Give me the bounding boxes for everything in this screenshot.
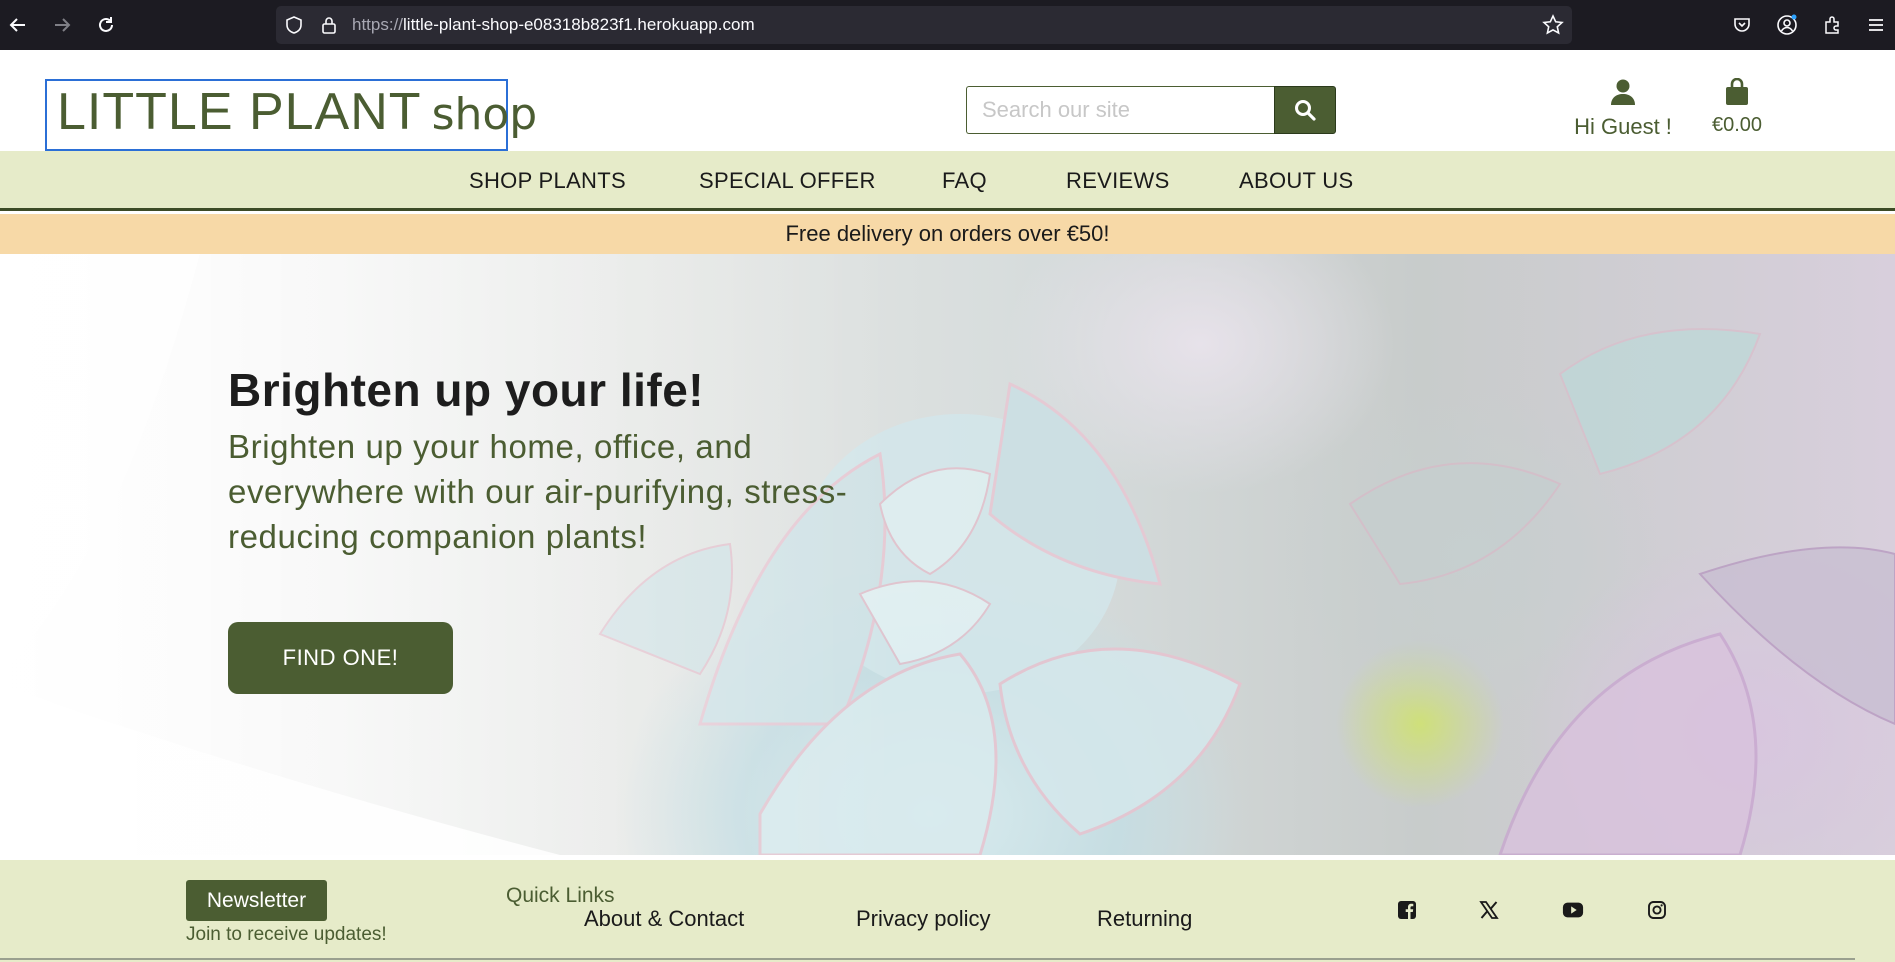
footer-link-returning[interactable]: Returning bbox=[1097, 906, 1192, 932]
url-text[interactable]: https://little-plant-shop-e08318b823f1.h… bbox=[352, 15, 755, 35]
x-icon[interactable] bbox=[1478, 899, 1500, 921]
newsletter-note: Join to receive updates! bbox=[186, 924, 387, 945]
nav-about-us[interactable]: ABOUT US bbox=[1239, 168, 1353, 194]
browser-toolbar: https://little-plant-shop-e08318b823f1.h… bbox=[0, 0, 1895, 50]
newsletter-button[interactable]: Newsletter bbox=[186, 880, 327, 921]
footer-divider bbox=[0, 958, 1855, 960]
search-icon bbox=[1295, 100, 1316, 121]
shopping-bag-icon bbox=[1726, 77, 1748, 105]
facebook-icon[interactable] bbox=[1396, 899, 1418, 921]
address-bar[interactable]: https://little-plant-shop-e08318b823f1.h… bbox=[276, 6, 1572, 44]
account-icon[interactable] bbox=[1775, 13, 1799, 37]
hero-subtitle: Brighten up your home, office, and every… bbox=[228, 428, 848, 555]
find-one-button[interactable]: FIND ONE! bbox=[228, 622, 453, 694]
menu-icon[interactable] bbox=[1864, 13, 1888, 37]
instagram-icon[interactable] bbox=[1646, 899, 1668, 921]
pocket-icon[interactable] bbox=[1730, 13, 1754, 37]
forward-icon[interactable] bbox=[50, 13, 74, 37]
delivery-banner: Free delivery on orders over €50! bbox=[0, 214, 1895, 254]
lock-icon[interactable] bbox=[319, 15, 339, 39]
cart-link[interactable]: €0.00 bbox=[1702, 77, 1772, 137]
star-icon[interactable] bbox=[1542, 14, 1564, 40]
logo-sub-text: shop bbox=[431, 89, 538, 140]
user-icon bbox=[1611, 79, 1635, 105]
extensions-icon[interactable] bbox=[1820, 13, 1844, 37]
nav-special-offer[interactable]: SPECIAL OFFER bbox=[699, 168, 876, 194]
reload-icon[interactable] bbox=[94, 13, 118, 37]
youtube-icon[interactable] bbox=[1562, 899, 1584, 921]
nav-shop-plants[interactable]: SHOP PLANTS bbox=[469, 168, 626, 194]
nav-faq[interactable]: FAQ bbox=[942, 168, 987, 194]
footer-link-about-contact[interactable]: About & Contact bbox=[584, 906, 744, 932]
hero-title: Brighten up your life! bbox=[228, 364, 705, 416]
footer-link-privacy-policy[interactable]: Privacy policy bbox=[856, 906, 990, 932]
nav-reviews[interactable]: REVIEWS bbox=[1066, 168, 1170, 194]
shield-icon[interactable] bbox=[284, 15, 304, 39]
quick-links-title: Quick Links bbox=[506, 884, 615, 907]
delivery-banner-text: Free delivery on orders over €50! bbox=[785, 221, 1110, 246]
back-icon[interactable] bbox=[6, 13, 30, 37]
search-button[interactable] bbox=[1274, 86, 1336, 134]
site-logo[interactable]: LITTLE PLANT shop bbox=[57, 82, 537, 142]
cart-total: €0.00 bbox=[1711, 114, 1763, 136]
account-label: Hi Guest ! bbox=[1574, 114, 1672, 139]
account-link[interactable]: Hi Guest ! bbox=[1568, 78, 1678, 140]
main-nav: SHOP PLANTS SPECIAL OFFER FAQ REVIEWS AB… bbox=[0, 151, 1895, 211]
logo-main-text: LITTLE PLANT bbox=[57, 83, 422, 141]
search-input[interactable] bbox=[966, 86, 1276, 134]
hero-section: Brighten up your life! Brighten up your … bbox=[0, 254, 1895, 855]
